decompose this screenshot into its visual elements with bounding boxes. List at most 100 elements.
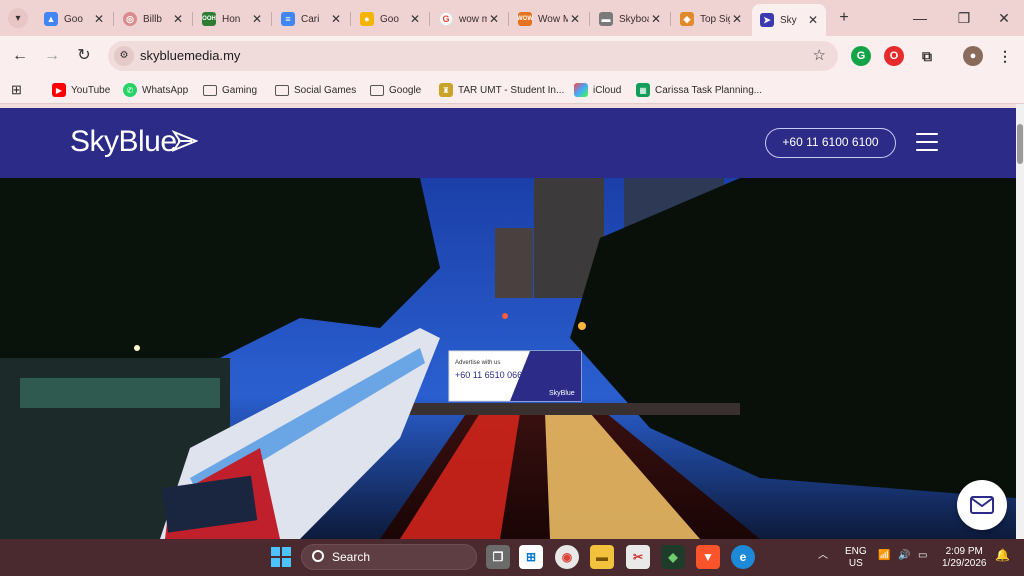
address-bar[interactable]: ⚙ skybluemedia.my ☆ [108,41,838,71]
new-tab-button[interactable]: + [834,8,854,28]
tab-title: Goo [64,13,83,25]
bookmark-folder-google[interactable]: Google [370,81,421,99]
edge-icon[interactable]: e [731,545,755,569]
browser-tab[interactable]: G wow me ✕ [431,6,507,32]
bookmark-star-icon[interactable]: ☆ [813,46,826,64]
grammarly-icon[interactable]: G [851,46,871,66]
close-icon[interactable]: ✕ [171,12,185,26]
microsoft-store-icon[interactable]: ⊞ [519,545,543,569]
google-sheets-icon: ▦ [636,83,650,97]
restore-button[interactable]: ❐ [944,6,984,30]
google-docs-icon: ≡ [281,12,295,26]
youtube-icon: ▶ [52,83,66,97]
tab-title: Goo [380,13,399,25]
browser-tab[interactable]: ≡ Cari ✕ [273,6,349,32]
browser-tab-active[interactable]: ➤ Sky ✕ [752,4,826,36]
bookmark-carissa-task[interactable]: ▦ Carissa Task Planning... [636,81,762,99]
skyboard-icon: ▬ [599,12,613,26]
site-header: SkyBlue +60 11 6100 6100 [0,108,1016,178]
page-scrollbar[interactable] [1016,104,1024,539]
snipping-tool-icon[interactable]: ✂ [626,545,650,569]
close-icon[interactable]: ✕ [568,12,582,26]
mail-contact-button[interactable] [957,480,1007,530]
file-explorer-icon[interactable]: ▬ [590,545,614,569]
close-icon[interactable]: ✕ [649,12,663,26]
reload-icon[interactable]: ↻ [72,44,96,68]
tab-title: Top Sign [700,13,730,25]
browser-tab[interactable]: ◆ Top Sign ✕ [672,6,750,32]
billboard-headline: Advertise with us [455,360,500,366]
taskbar-search-box[interactable]: Search [301,544,477,570]
profile-avatar[interactable]: ● [963,46,983,66]
crest-icon: ♜ [439,83,453,97]
chrome-icon[interactable]: ◉ [555,545,579,569]
browser-tab[interactable]: ◎ Billb ✕ [115,6,191,32]
whatsapp-icon: ✆ [123,83,137,97]
opera-icon[interactable]: O [884,46,904,66]
clock-date: 1/29/2026 [942,558,987,569]
tray-chevron-icon[interactable]: ︿ [818,550,828,562]
back-arrow-icon[interactable]: ← [8,44,32,68]
close-icon[interactable]: ✕ [329,12,343,26]
folder-icon [370,84,384,96]
mail-icon [970,496,994,514]
battery-icon[interactable]: ▭ [918,550,927,562]
game-launcher-icon[interactable]: ◆ [661,545,685,569]
apps-grid-icon[interactable]: ⊞ [11,81,22,99]
language-indicator[interactable]: ENG US [845,546,867,570]
browser-toolbar: ← → ↻ ⚙ skybluemedia.my ☆ G O ⧉ ● ⋮ [0,36,1024,76]
close-icon[interactable]: ✕ [408,12,422,26]
hamburger-menu-icon[interactable] [916,133,938,151]
tab-title: Cari [301,13,320,25]
close-icon[interactable]: ✕ [92,12,106,26]
bookmark-folder-social-games[interactable]: Social Games [275,81,356,99]
clock-time: 2:09 PM [945,546,983,557]
clock[interactable]: 2:09 PM 1/29/2026 [942,546,987,570]
hero-image: Advertise with us +60 11 6510 0663 SkyBl… [0,178,1016,539]
more-menu-icon[interactable]: ⋮ [995,46,1015,66]
site-settings-icon[interactable]: ⚙ [114,46,134,66]
volume-icon[interactable]: 🔊 [898,550,910,562]
wifi-icon[interactable]: 📶 [878,550,890,562]
bookmark-youtube[interactable]: ▶ YouTube [52,81,110,99]
google-drive-icon: ▲ [44,12,58,26]
close-icon[interactable]: ✕ [730,12,744,26]
billboard-phone: +60 11 6510 0663 [455,370,527,380]
bookmark-label: Social Games [294,84,357,96]
billboard-icon: ◎ [123,12,137,26]
minimize-button[interactable]: — [900,6,940,30]
bookmark-whatsapp[interactable]: ✆ WhatsApp [123,81,188,99]
browser-tab[interactable]: ▲ Goo ✕ [36,6,112,32]
browser-tab[interactable]: OOH Hon ✕ [194,6,270,32]
bookmark-folder-gaming[interactable]: Gaming [203,81,257,99]
tab-title: Sky [780,14,797,26]
brave-icon[interactable]: ▼ [696,545,720,569]
close-window-button[interactable]: ✕ [984,6,1024,30]
task-view-icon[interactable]: ❐ [486,545,510,569]
tab-strip: ▾ ▲ Goo ✕ ◎ Billb ✕ OOH Hon ✕ ≡ Cari ✕ ●… [0,0,1024,36]
windows-taskbar: Search ❐ ⊞ ◉ ▬ ✂ ◆ ▼ e ︿ ENG US 📶 🔊 ▭ 2:… [0,539,1024,576]
notification-bell-icon[interactable]: 🔔 [995,549,1010,561]
windows-start-icon[interactable] [271,547,291,567]
tab-search-menu-icon[interactable]: ▾ [8,8,28,28]
forward-arrow-icon[interactable]: → [40,44,64,68]
bookmark-label: iCloud [593,84,622,96]
bookmark-label: YouTube [71,84,111,96]
close-icon[interactable]: ✕ [487,12,501,26]
bookmark-icloud[interactable]: iCloud [574,81,621,99]
close-icon[interactable]: ✕ [250,12,264,26]
folder-icon [203,84,217,96]
scrollbar-thumb[interactable] [1017,124,1023,164]
bookmark-tar-umt[interactable]: ♜ TAR UMT - Student In... [439,81,564,99]
skyblue-logo[interactable]: SkyBlue [70,125,177,159]
close-icon[interactable]: ✕ [806,13,820,27]
tab-title: Wow Me [538,13,568,25]
browser-tab[interactable]: WOW Wow Me ✕ [510,6,588,32]
phone-button[interactable]: +60 11 6100 6100 [765,128,896,158]
billboard-brand: SkyBlue [549,390,575,397]
bookmark-label: Google [389,84,422,96]
browser-tab[interactable]: ▬ Skyboar ✕ [591,6,669,32]
extensions-puzzle-icon[interactable]: ⧉ [917,46,937,66]
url-text[interactable]: skybluemedia.my [140,48,240,63]
browser-tab[interactable]: ● Goo ✕ [352,6,428,32]
